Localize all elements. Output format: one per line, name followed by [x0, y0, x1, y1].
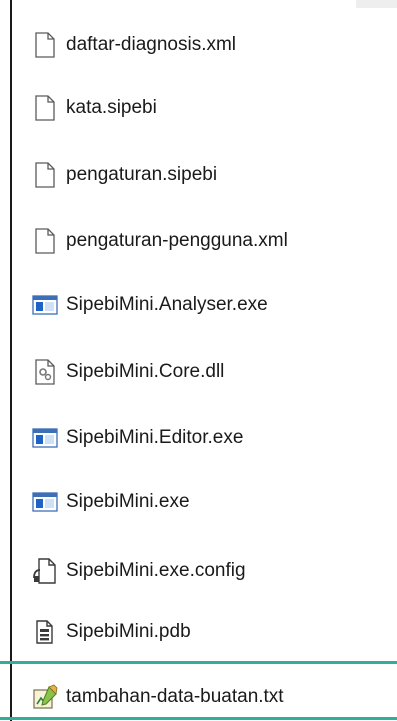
file-row-pengaturan-pengguna[interactable]: pengaturan-pengguna.xml [12, 221, 397, 261]
file-row-pengaturan-sipebi[interactable]: pengaturan.sipebi [12, 155, 397, 195]
blank-file-icon [32, 95, 58, 121]
file-name: daftar-diagnosis.xml [66, 34, 237, 55]
file-name: SipebiMini.pdb [66, 621, 191, 642]
file-name: tambahan-data-buatan.txt [66, 686, 284, 707]
config-file-icon [32, 558, 58, 584]
file-name: SipebiMini.exe [66, 491, 190, 512]
blank-file-icon [32, 228, 58, 254]
file-name: SipebiMini.Analyser.exe [66, 294, 268, 315]
file-row-kata-sipebi[interactable]: kata.sipebi [12, 88, 397, 128]
file-name: SipebiMini.Core.dll [66, 361, 225, 382]
file-row-tambahan-data-buatan[interactable]: tambahan-data-buatan.txt [12, 677, 397, 717]
file-name: pengaturan.sipebi [66, 164, 218, 185]
dll-gear-file-icon [32, 359, 58, 385]
file-row-daftar-diagnosis[interactable]: daftar-diagnosis.xml [12, 25, 397, 65]
application-window-icon [32, 292, 58, 318]
corner-shade [356, 0, 397, 8]
file-row-analyser-exe[interactable]: SipebiMini.Analyser.exe [12, 285, 397, 325]
blank-file-icon [32, 162, 58, 188]
file-name: pengaturan-pengguna.xml [66, 230, 288, 251]
selection-highlight-top [0, 661, 397, 664]
application-window-icon [32, 425, 58, 451]
file-list-pane: daftar-diagnosis.xml kata.sipebi pengatu… [0, 0, 397, 721]
file-row-core-dll[interactable]: SipebiMini.Core.dll [12, 352, 397, 392]
selection-highlight-bottom [0, 717, 397, 720]
blank-file-icon [32, 32, 58, 58]
file-row-sipebimini-exe[interactable]: SipebiMini.exe [12, 482, 397, 522]
file-row-exe-config[interactable]: SipebiMini.exe.config [12, 551, 397, 591]
pdb-file-icon [32, 619, 58, 645]
file-row-editor-exe[interactable]: SipebiMini.Editor.exe [12, 418, 397, 458]
file-name: kata.sipebi [66, 97, 157, 118]
application-window-icon [32, 489, 58, 515]
file-row-pdb[interactable]: SipebiMini.pdb [12, 612, 397, 652]
file-name: SipebiMini.Editor.exe [66, 427, 244, 448]
file-name: SipebiMini.exe.config [66, 560, 246, 581]
text-file-notepad-icon [32, 684, 58, 710]
